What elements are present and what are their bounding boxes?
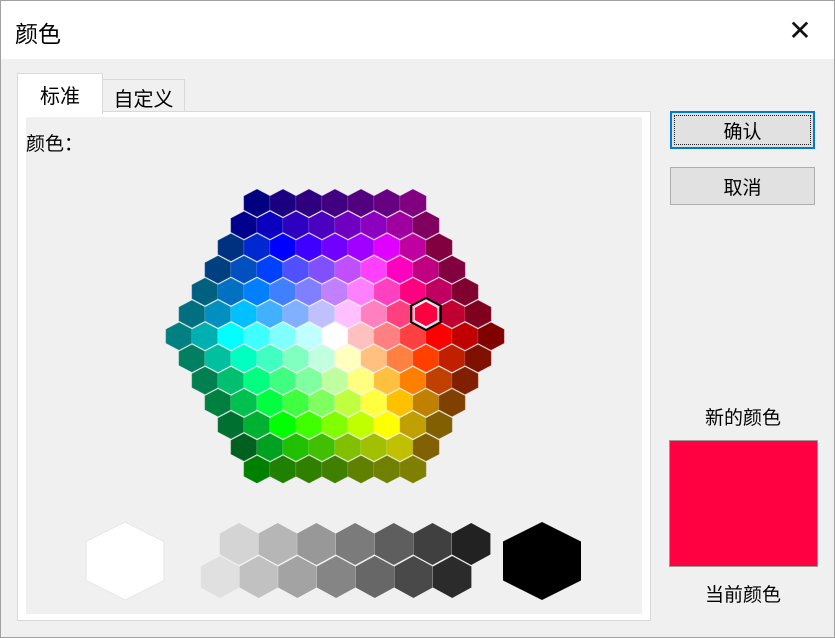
- gray-swatch[interactable]: [297, 523, 336, 565]
- tab-standard[interactable]: 标准: [17, 73, 103, 114]
- color-preview-swatch: [669, 440, 818, 567]
- current-color-label: 当前颜色: [704, 584, 781, 606]
- gray-swatch[interactable]: [239, 556, 278, 598]
- gray-swatch[interactable]: [316, 556, 356, 598]
- gray-swatch[interactable]: [200, 556, 240, 598]
- gray-swatch[interactable]: [355, 556, 394, 598]
- gray-swatch[interactable]: [335, 523, 375, 565]
- gray-swatch[interactable]: [452, 523, 491, 565]
- gray-swatch[interactable]: [413, 523, 452, 565]
- cancel-button[interactable]: 取消: [670, 167, 815, 205]
- gray-swatch[interactable]: [278, 556, 317, 598]
- gray-swatch[interactable]: [219, 523, 259, 565]
- gray-swatch[interactable]: [433, 556, 472, 598]
- black-swatch[interactable]: [503, 522, 581, 600]
- gray-swatch[interactable]: [374, 523, 413, 565]
- gray-swatch[interactable]: [258, 523, 297, 565]
- gray-swatch[interactable]: [394, 556, 433, 598]
- new-color-label: 新的颜色: [704, 407, 781, 429]
- white-swatch[interactable]: [85, 521, 165, 601]
- ok-button[interactable]: 确认: [670, 111, 815, 149]
